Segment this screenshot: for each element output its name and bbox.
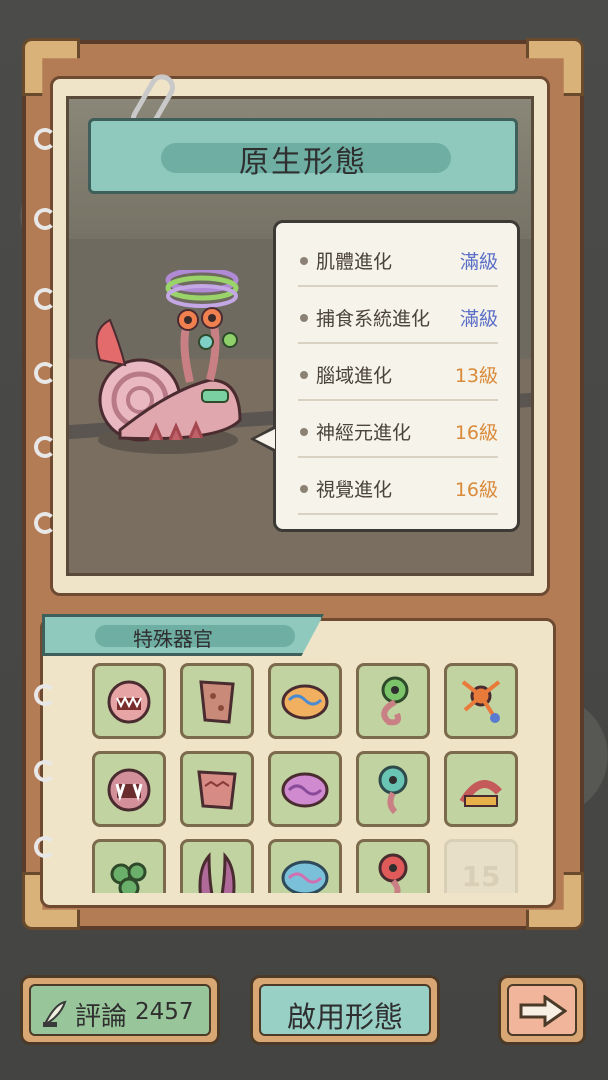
bullet-icon bbox=[300, 371, 308, 379]
binder-ring bbox=[34, 684, 56, 706]
locked-slot: 15 bbox=[444, 839, 518, 893]
next-button[interactable] bbox=[498, 975, 586, 1045]
enable-form-button[interactable]: 啟用形態 bbox=[250, 975, 440, 1045]
bullet-icon bbox=[300, 485, 308, 493]
horns-organ-icon[interactable] bbox=[180, 839, 254, 893]
binder-ring bbox=[34, 362, 56, 384]
review-count: 2457 bbox=[135, 999, 194, 1025]
flesh-organ-icon[interactable] bbox=[180, 751, 254, 827]
stat-name: 神經元進化 bbox=[316, 422, 412, 444]
stat-row: 視覺進化 16級 bbox=[298, 469, 498, 515]
stat-name: 視覺進化 bbox=[316, 479, 393, 501]
form-title-banner: 原生形態 bbox=[88, 118, 518, 194]
binder-ring bbox=[34, 436, 56, 458]
locked-slot-number: 15 bbox=[461, 860, 501, 893]
organ-grid: 15 bbox=[92, 663, 522, 893]
stat-name: 捕食系統進化 bbox=[316, 308, 431, 330]
spring-organ-icon[interactable] bbox=[444, 751, 518, 827]
stat-level: 滿級 bbox=[459, 251, 498, 273]
tentacle-cluster-icon[interactable] bbox=[92, 839, 166, 893]
section-title: 特殊器官 bbox=[133, 627, 213, 651]
bullet-icon bbox=[300, 257, 308, 265]
binder-ring bbox=[34, 128, 56, 150]
skin-organ-icon[interactable] bbox=[180, 663, 254, 739]
stat-row: 捕食系統進化 滿級 bbox=[298, 298, 498, 344]
stat-level: 16級 bbox=[454, 479, 498, 501]
fanged-jaw-organ-icon[interactable] bbox=[92, 751, 166, 827]
stat-row: 肌體進化 滿級 bbox=[298, 241, 498, 287]
stat-row: 腦域進化 13級 bbox=[298, 355, 498, 401]
stat-level: 滿級 bbox=[459, 308, 498, 330]
blue-brain-organ-icon[interactable] bbox=[268, 839, 342, 893]
binder-ring bbox=[34, 288, 56, 310]
brain-organ-icon[interactable] bbox=[268, 663, 342, 739]
monster-illustration[interactable] bbox=[80, 270, 270, 470]
evolution-stats-panel: 肌體進化 滿級 捕食系統進化 滿級 腦域進化 13級 神經元進化 16級 視覺進… bbox=[273, 220, 520, 532]
teal-eye-organ-icon[interactable] bbox=[356, 751, 430, 827]
pink-brain-organ-icon[interactable] bbox=[268, 751, 342, 827]
review-label: 評論 bbox=[75, 1002, 128, 1032]
special-organs-tab: 特殊器官 bbox=[42, 614, 324, 656]
stat-level: 16級 bbox=[454, 422, 498, 444]
enable-form-label: 啟用形態 bbox=[286, 1000, 403, 1034]
neuron-organ-icon[interactable] bbox=[444, 663, 518, 739]
red-eye-organ-icon[interactable] bbox=[356, 839, 430, 893]
binder-ring bbox=[34, 512, 56, 534]
stat-name: 肌體進化 bbox=[316, 251, 393, 273]
stat-row: 神經元進化 16級 bbox=[298, 412, 498, 458]
bullet-icon bbox=[300, 428, 308, 436]
stat-name: 腦域進化 bbox=[316, 365, 393, 387]
review-button[interactable]: 評論 2457 bbox=[20, 975, 220, 1045]
binder-ring bbox=[34, 836, 56, 858]
bullet-icon bbox=[300, 314, 308, 322]
page-title: 原生形態 bbox=[239, 145, 367, 180]
binder-ring bbox=[34, 760, 56, 782]
binder-ring bbox=[34, 208, 56, 230]
quill-icon bbox=[42, 1000, 67, 1027]
arrow-right-icon bbox=[519, 995, 567, 1027]
eye-stalk-organ-icon[interactable] bbox=[356, 663, 430, 739]
speech-bubble-tail-fill bbox=[255, 429, 275, 449]
jaw-organ-icon[interactable] bbox=[92, 663, 166, 739]
stat-level: 13級 bbox=[454, 365, 498, 387]
